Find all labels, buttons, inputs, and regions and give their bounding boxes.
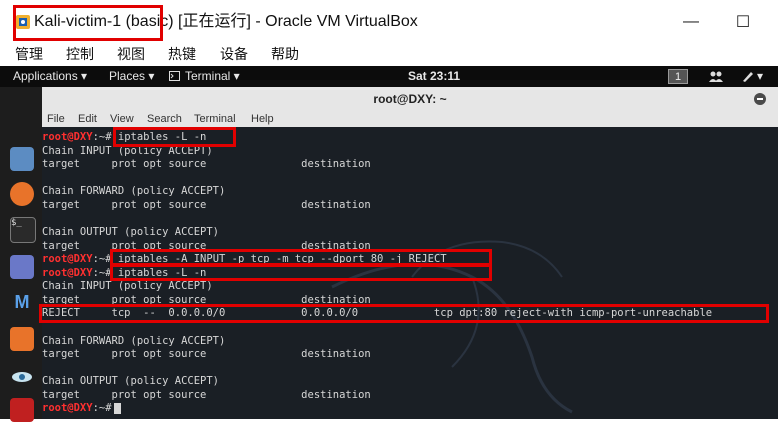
terminal-path: :~#	[92, 131, 112, 143]
applications-menu[interactable]: Applications ▾	[13, 69, 87, 84]
terminal-path: :~#	[92, 253, 112, 266]
terminal-output-line: target prot opt source destination	[42, 388, 371, 401]
menu-control[interactable]: 控制	[66, 44, 94, 64]
annotation-box-title	[13, 5, 163, 41]
terminal-titlebar: root@DXY: ~	[42, 87, 778, 112]
pen-icon[interactable]	[741, 69, 755, 83]
clock[interactable]: Sat 23:11	[408, 69, 460, 84]
kali-top-panel: Applications ▾ Places ▾ Terminal ▾ Sat 2…	[0, 66, 778, 87]
terminal-menu-edit[interactable]: Edit	[78, 112, 97, 126]
terminal-path: :~#	[92, 402, 112, 415]
terminal-output-line: Chain FORWARD (policy ACCEPT)	[42, 334, 226, 347]
terminal-menu-search[interactable]: Search	[147, 112, 182, 126]
users-icon[interactable]	[708, 70, 724, 83]
minimize-button[interactable]: —	[676, 8, 706, 36]
terminal-menu-view[interactable]: View	[110, 112, 134, 126]
files-icon[interactable]	[10, 147, 34, 171]
terminal-menu-help[interactable]: Help	[251, 112, 274, 126]
menu-devices[interactable]: 设备	[220, 44, 248, 64]
terminal-cursor	[113, 402, 121, 414]
firefox-icon[interactable]	[10, 182, 34, 206]
terminal-output-line: Chain INPUT (policy ACCEPT)	[42, 280, 213, 293]
metasploit-icon[interactable]: M	[10, 290, 34, 314]
app-icon[interactable]	[10, 398, 34, 422]
terminal-prompt: root@DXY	[42, 253, 93, 266]
annotation-box-cmd3	[110, 264, 492, 281]
terminal-menu[interactable]: Terminal ▾	[185, 69, 240, 84]
terminal-small-icon	[169, 71, 180, 81]
annotation-box-reject-rule	[39, 304, 769, 323]
burpsuite-icon[interactable]	[10, 327, 34, 351]
minimize-icon[interactable]	[754, 93, 766, 105]
text-editor-icon[interactable]	[10, 255, 34, 279]
terminal-output-line: target prot opt source destination	[42, 348, 371, 361]
panel-arrow-icon[interactable]: ▾	[757, 69, 763, 84]
eye-icon[interactable]	[10, 365, 34, 389]
terminal-output-line: target prot opt source destination	[42, 158, 371, 171]
workspace-indicator[interactable]: 1	[668, 69, 688, 84]
terminal-output-line: Chain FORWARD (policy ACCEPT)	[42, 185, 226, 198]
terminal-icon[interactable]: $_	[10, 217, 36, 243]
terminal-menu-terminal[interactable]: Terminal	[194, 112, 236, 126]
maximize-button[interactable]: ☐	[728, 8, 758, 36]
dock: $_ M	[0, 87, 42, 422]
menu-hotkey[interactable]: 热键	[168, 44, 196, 64]
terminal-path: :~#	[92, 266, 112, 279]
terminal-output-line: Chain OUTPUT (policy ACCEPT)	[42, 225, 220, 238]
terminal-prompt: root@DXY	[42, 266, 93, 279]
menu-manage[interactable]: 管理	[15, 44, 43, 64]
terminal-output-line: target prot opt source destination	[42, 198, 371, 211]
terminal-menu-file[interactable]: File	[47, 112, 65, 126]
terminal-command-line: root@DXY:~#	[42, 402, 121, 415]
menubar: 管理 控制 视图 热键 设备 帮助	[0, 42, 778, 66]
terminal-menubar: File Edit View Search Terminal Help	[42, 111, 778, 127]
menu-help[interactable]: 帮助	[271, 44, 299, 64]
terminal-output-line: Chain OUTPUT (policy ACCEPT)	[42, 375, 220, 388]
places-menu[interactable]: Places ▾	[109, 69, 154, 84]
terminal-title: root@DXY: ~	[373, 92, 447, 106]
terminal-prompt: root@DXY	[42, 402, 93, 415]
menu-view[interactable]: 视图	[117, 44, 145, 64]
terminal-prompt: root@DXY	[42, 131, 93, 143]
annotation-box-cmd1	[113, 127, 236, 147]
